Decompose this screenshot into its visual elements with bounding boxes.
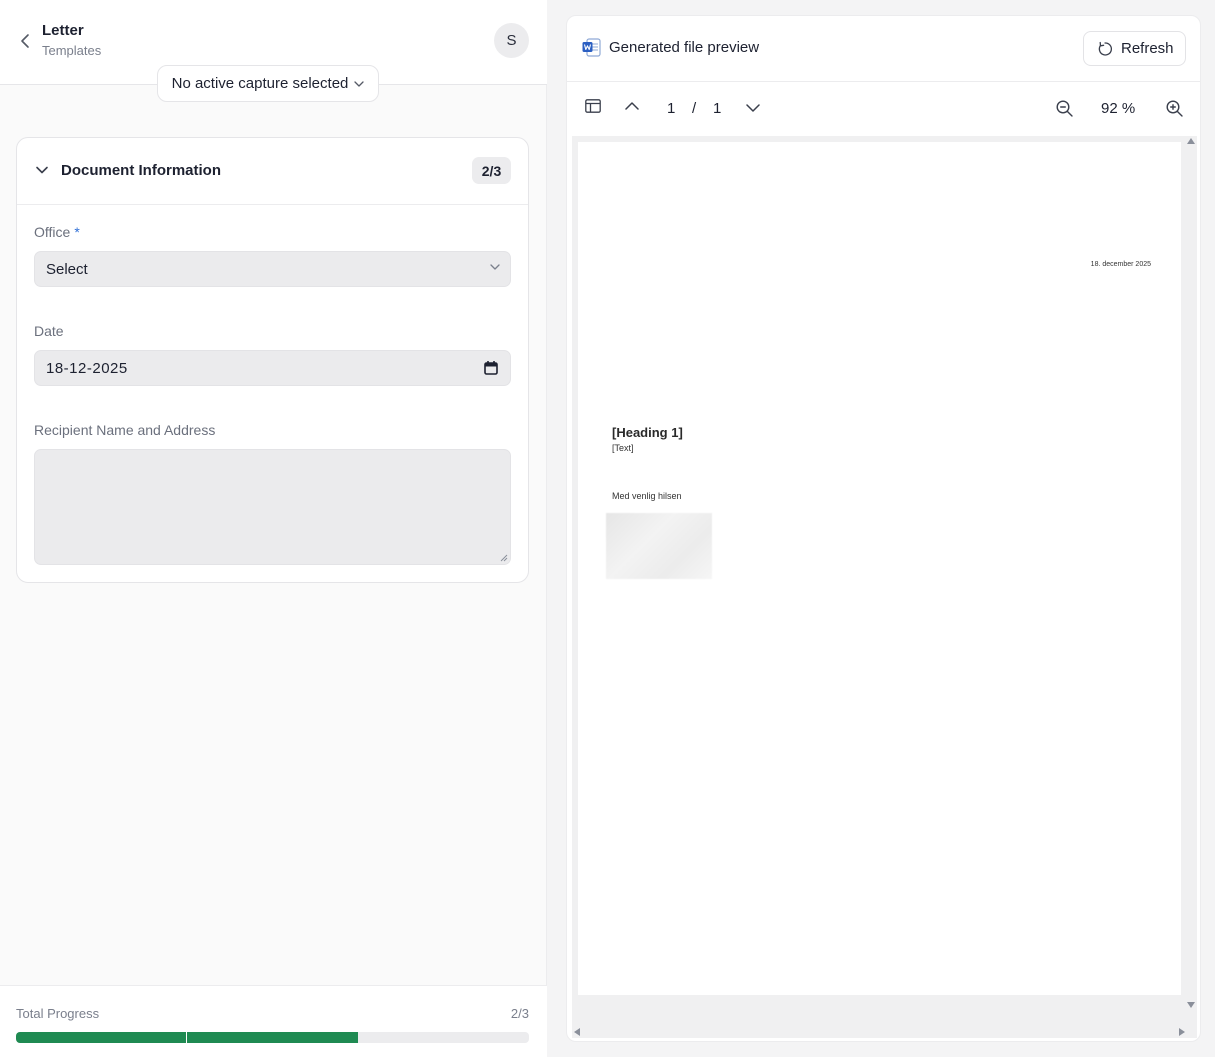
preview-panel: Generated file preview Refresh 1 / 1 92 …: [566, 15, 1201, 1042]
previous-page-button[interactable]: [625, 102, 639, 110]
document-information-section: Document Information 2/3 Office * Select …: [16, 137, 529, 583]
zoom-out-button[interactable]: [1056, 100, 1073, 117]
chevron-down-icon: [354, 80, 365, 87]
date-field[interactable]: 18-12-2025: [34, 350, 511, 386]
section-header[interactable]: Document Information 2/3: [17, 138, 528, 205]
calendar-icon[interactable]: [484, 360, 498, 376]
chevron-down-icon: [490, 264, 500, 270]
preview-header: Generated file preview Refresh: [567, 16, 1200, 82]
capture-selector-label: No active capture selected: [171, 75, 349, 92]
office-label: Office *: [34, 224, 80, 240]
progress-bar: [16, 1032, 529, 1043]
section-progress-badge: 2/3: [472, 157, 511, 184]
progress-segment: [16, 1032, 187, 1043]
office-select[interactable]: Select: [34, 251, 511, 287]
section-title: Document Information: [61, 162, 221, 179]
scroll-left-arrow-icon[interactable]: [574, 1028, 580, 1036]
toggle-sidebar-button[interactable]: [585, 99, 601, 113]
document-heading: [Heading 1]: [612, 425, 683, 440]
refresh-icon: [1098, 41, 1113, 56]
form-panel: Letter Templates S No active capture sel…: [0, 0, 547, 1057]
sidebar-layout-icon: [585, 99, 601, 113]
page-title: Letter: [42, 22, 84, 39]
chevron-down-icon[interactable]: [35, 163, 49, 177]
avatar[interactable]: S: [494, 23, 529, 58]
page-separator: /: [692, 100, 697, 117]
zoom-level[interactable]: 92 %: [1101, 100, 1135, 117]
signature-image: [606, 513, 712, 579]
progress-segment: [187, 1032, 358, 1043]
back-button[interactable]: [16, 30, 34, 52]
chevron-up-icon: [625, 102, 639, 110]
refresh-label: Refresh: [1121, 40, 1174, 57]
date-label: Date: [34, 323, 64, 339]
scroll-right-arrow-icon[interactable]: [1179, 1028, 1185, 1036]
chevron-left-icon: [21, 34, 29, 48]
zoom-in-icon: [1166, 100, 1183, 117]
total-progress: Total Progress 2/3: [0, 985, 547, 1057]
preview-toolbar: 1 / 1 92 %: [567, 82, 1200, 136]
progress-label: Total Progress: [16, 1006, 100, 1021]
document-text: [Text]: [612, 443, 634, 453]
recipient-label: Recipient Name and Address: [34, 422, 216, 438]
chevron-down-icon: [746, 104, 760, 112]
scroll-down-arrow-icon[interactable]: [1187, 1002, 1195, 1008]
preview-title: Generated file preview: [609, 39, 760, 56]
date-field-value: 18-12-2025: [46, 360, 128, 377]
progress-count: 2/3: [510, 1006, 529, 1021]
zoom-in-button[interactable]: [1166, 100, 1183, 117]
office-select-value: Select: [46, 261, 88, 278]
scroll-up-arrow-icon[interactable]: [1187, 138, 1195, 144]
word-doc-icon: [582, 38, 601, 57]
required-mark: *: [74, 224, 80, 240]
resize-handle-icon[interactable]: [499, 553, 508, 562]
refresh-button[interactable]: Refresh: [1083, 31, 1186, 66]
document-page: 18. december 2025 [Heading 1] [Text] Med…: [578, 142, 1181, 995]
capture-selector[interactable]: No active capture selected: [157, 65, 379, 102]
document-date: 18. december 2025: [1090, 261, 1151, 268]
recipient-textarea[interactable]: [34, 449, 511, 565]
current-page[interactable]: 1: [667, 100, 675, 117]
next-page-button[interactable]: [746, 104, 760, 112]
breadcrumb: Templates: [42, 43, 102, 58]
zoom-out-icon: [1056, 100, 1073, 117]
document-closing: Med venlig hilsen: [612, 491, 682, 501]
total-pages: 1: [713, 100, 722, 117]
document-viewer[interactable]: 18. december 2025 [Heading 1] [Text] Med…: [572, 136, 1197, 1038]
